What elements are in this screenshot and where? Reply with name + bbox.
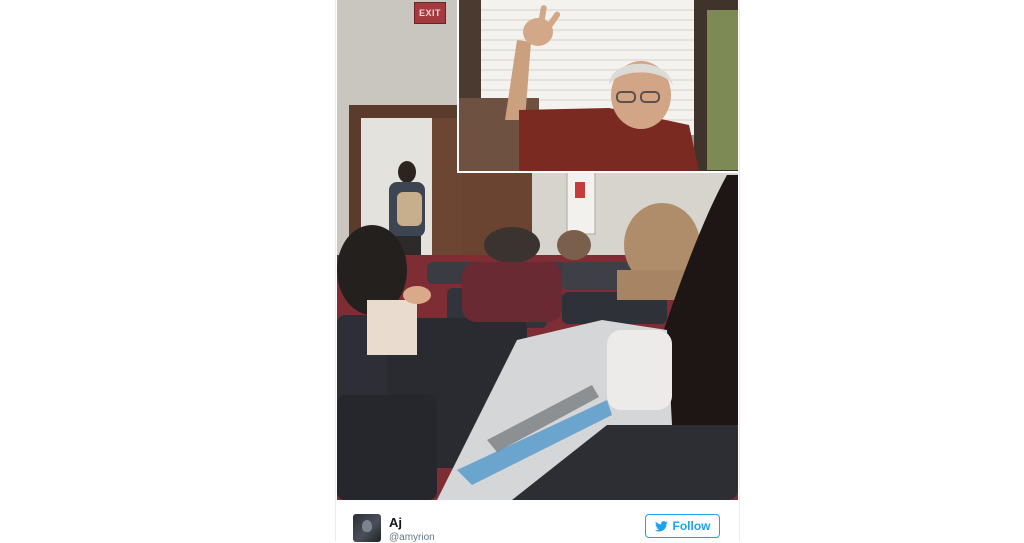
exit-sign: EXIT xyxy=(414,2,446,24)
classroom-photo[interactable]: EXIT xyxy=(337,0,738,500)
author-name[interactable]: Aj xyxy=(389,515,402,530)
twitter-bird-icon xyxy=(654,520,668,532)
follow-button[interactable]: Follow xyxy=(645,514,720,538)
tweet-footer: Aj @amyrion Follow xyxy=(336,500,739,543)
follow-label: Follow xyxy=(672,519,711,533)
author-handle[interactable]: @amyrion xyxy=(389,532,435,543)
embedded-tweet-card: EXIT Aj @amyrion Follow xyxy=(335,0,740,543)
avatar[interactable] xyxy=(353,514,381,542)
professor-peace-sign-inset xyxy=(457,0,738,173)
professor-image xyxy=(459,0,738,171)
